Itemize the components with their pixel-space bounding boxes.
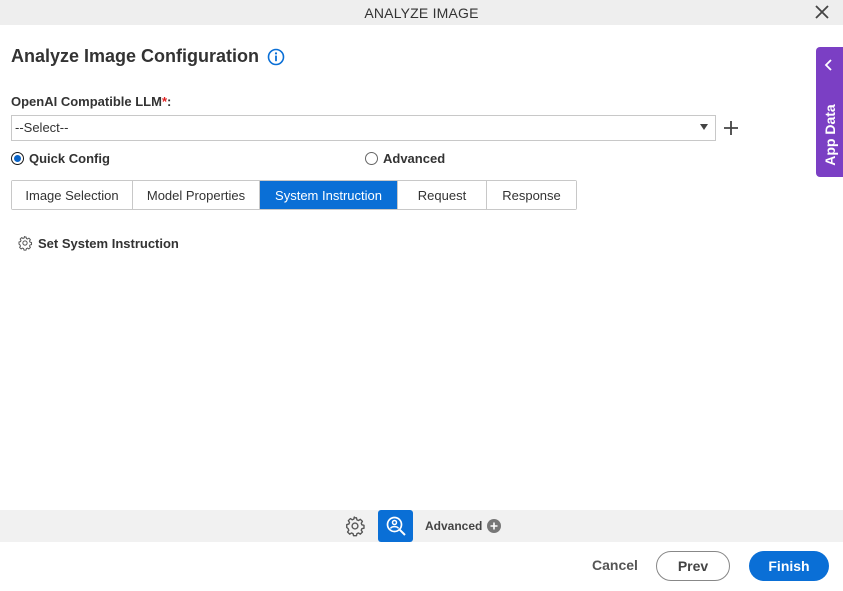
- add-circle-icon: [487, 519, 502, 533]
- bottom-toolbar: Advanced: [0, 510, 843, 542]
- config-tabs: Image Selection Model Properties System …: [11, 180, 577, 210]
- title-bar: ANALYZE IMAGE: [0, 0, 843, 25]
- gear-icon: [18, 235, 33, 251]
- llm-select[interactable]: --Select--: [11, 115, 716, 141]
- advanced-toolbar-button[interactable]: Advanced: [425, 519, 502, 533]
- page-heading: Analyze Image Configuration: [11, 46, 285, 67]
- app-data-label: App Data: [821, 104, 838, 166]
- prev-button[interactable]: Prev: [656, 551, 730, 581]
- quick-config-label: Quick Config: [29, 151, 110, 166]
- info-icon[interactable]: [267, 48, 285, 66]
- advanced-radio-dot[interactable]: [365, 152, 378, 165]
- dialog-footer: Cancel Prev Finish: [0, 542, 843, 591]
- advanced-label: Advanced: [383, 151, 446, 166]
- page-title: Analyze Image Configuration: [11, 46, 260, 66]
- finish-button[interactable]: Finish: [749, 551, 829, 581]
- advanced-radio[interactable]: Advanced: [365, 151, 445, 166]
- window-title: ANALYZE IMAGE: [364, 4, 479, 21]
- llm-label-suffix: :: [167, 94, 172, 109]
- tab-model-properties[interactable]: Model Properties: [133, 181, 260, 209]
- image-search-icon: [386, 516, 406, 536]
- chevron-down-icon: [700, 124, 708, 130]
- tab-image-selection[interactable]: Image Selection: [12, 181, 133, 209]
- tab-response[interactable]: Response: [487, 181, 576, 209]
- advanced-toolbar-label: Advanced: [425, 519, 483, 533]
- llm-label-text: OpenAI Compatible LLM: [11, 94, 162, 109]
- quick-config-radio-dot[interactable]: [11, 152, 24, 165]
- llm-field-label: OpenAI Compatible LLM*:: [11, 94, 171, 109]
- quick-config-radio[interactable]: Quick Config: [11, 151, 110, 166]
- tab-request[interactable]: Request: [398, 181, 487, 209]
- set-system-instruction-label: Set System Instruction: [38, 235, 179, 251]
- settings-gear-icon[interactable]: [344, 515, 366, 537]
- analyze-image-step-button[interactable]: [378, 510, 413, 542]
- cancel-button[interactable]: Cancel: [592, 557, 638, 573]
- tab-system-instruction[interactable]: System Instruction: [260, 181, 398, 209]
- app-data-panel-toggle[interactable]: App Data: [816, 47, 843, 177]
- add-llm-plus-icon[interactable]: [722, 119, 740, 137]
- close-icon[interactable]: [813, 3, 831, 21]
- set-system-instruction-link[interactable]: Set System Instruction: [17, 235, 179, 251]
- llm-select-value: --Select--: [15, 120, 69, 135]
- chevron-left-icon: [824, 59, 832, 71]
